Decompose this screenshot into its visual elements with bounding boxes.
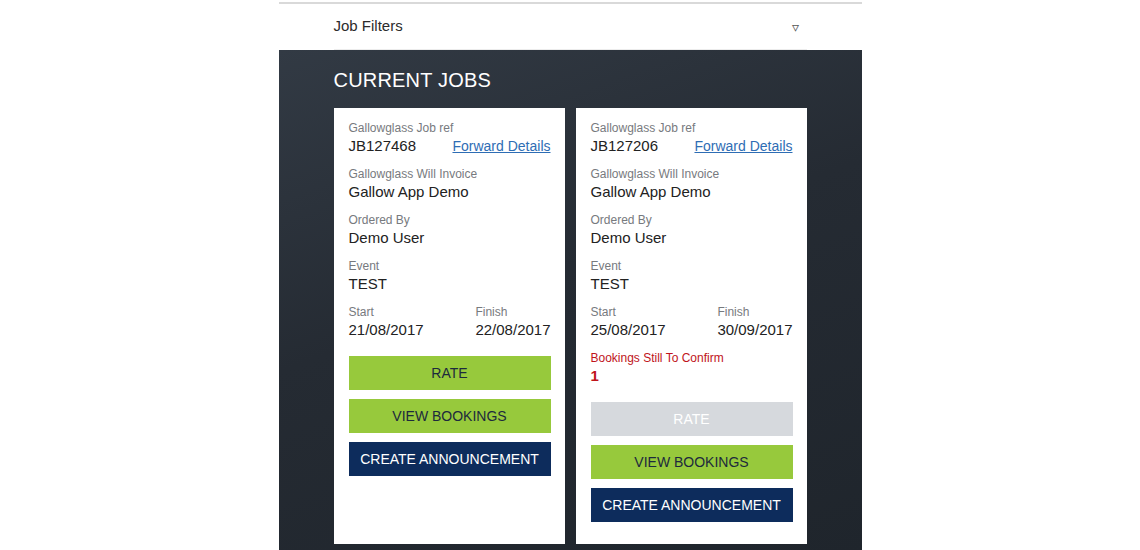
action-button[interactable]: CREATE ANNOUNCEMENT bbox=[591, 488, 793, 522]
field-label: Ordered By bbox=[591, 212, 793, 228]
date-field: Finish22/08/2017 bbox=[475, 304, 550, 340]
action-button: RATE bbox=[591, 402, 793, 436]
date-label: Start bbox=[591, 304, 666, 320]
job-grid: Gallowglass Job refJB127468Forward Detai… bbox=[334, 108, 807, 544]
job-dates: Start21/08/2017 Finish22/08/2017 bbox=[349, 304, 551, 340]
date-value: 22/08/2017 bbox=[475, 320, 550, 340]
job-field: EventTEST bbox=[591, 258, 793, 294]
job-ref-label: Gallowglass Job ref bbox=[591, 120, 793, 136]
job-field: Ordered ByDemo User bbox=[591, 212, 793, 248]
date-label: Start bbox=[349, 304, 424, 320]
job-filters-toggle-row[interactable]: Job Filters ▿ bbox=[334, 4, 807, 50]
job-filters-bar: Job Filters ▿ bbox=[279, 2, 862, 50]
job-ref-row: JB127468 Forward Details bbox=[349, 136, 551, 156]
date-field: Start21/08/2017 bbox=[349, 304, 424, 340]
job-ref: Gallowglass Job refJB127206 Forward Detai… bbox=[591, 120, 793, 156]
date-value: 25/08/2017 bbox=[591, 320, 666, 340]
date-field: Finish30/09/2017 bbox=[717, 304, 792, 340]
job-actions: RATE VIEW BOOKINGS CREATE ANNOUNCEMENT bbox=[349, 356, 551, 476]
job-field: EventTEST bbox=[349, 258, 551, 294]
date-value: 21/08/2017 bbox=[349, 320, 424, 340]
pending-count: 1 bbox=[591, 366, 793, 386]
field-label: Gallowglass Will Invoice bbox=[349, 166, 551, 182]
job-filters-label[interactable]: Job Filters bbox=[334, 15, 403, 38]
page-frame: Job Filters ▿ CURRENT JOBS Gallowglass Job … bbox=[279, 2, 862, 550]
bookings-to-confirm: Bookings Still To Confirm1 bbox=[591, 350, 793, 386]
job-ref: Gallowglass Job refJB127468 Forward Detai… bbox=[349, 120, 551, 156]
job-card: Gallowglass Job refJB127206 Forward Detai… bbox=[576, 108, 807, 544]
forward-details-link[interactable]: Forward Details bbox=[694, 136, 792, 156]
date-label: Finish bbox=[717, 304, 792, 320]
job-dates: Start25/08/2017 Finish30/09/2017 bbox=[591, 304, 793, 340]
field-label: Gallowglass Will Invoice bbox=[591, 166, 793, 182]
action-button[interactable]: RATE bbox=[349, 356, 551, 390]
action-button[interactable]: CREATE ANNOUNCEMENT bbox=[349, 442, 551, 476]
job-actions: RATE VIEW BOOKINGS CREATE ANNOUNCEMENT bbox=[591, 402, 793, 522]
field-value: Gallow App Demo bbox=[349, 182, 551, 202]
job-ref-value: JB127206 bbox=[591, 136, 659, 156]
field-value: TEST bbox=[349, 274, 551, 294]
job-ref-row: JB127206 Forward Details bbox=[591, 136, 793, 156]
field-label: Event bbox=[591, 258, 793, 274]
job-ref-label: Gallowglass Job ref bbox=[349, 120, 551, 136]
job-ref-value: JB127468 bbox=[349, 136, 417, 156]
field-value: TEST bbox=[591, 274, 793, 294]
forward-details-link[interactable]: Forward Details bbox=[452, 136, 550, 156]
field-value: Demo User bbox=[349, 228, 551, 248]
job-field: Gallowglass Will InvoiceGallow App Demo bbox=[591, 166, 793, 202]
job-field: Gallowglass Will InvoiceGallow App Demo bbox=[349, 166, 551, 202]
job-field: Ordered ByDemo User bbox=[349, 212, 551, 248]
date-field: Start25/08/2017 bbox=[591, 304, 666, 340]
date-label: Finish bbox=[475, 304, 550, 320]
pending-label: Bookings Still To Confirm bbox=[591, 350, 793, 366]
field-label: Ordered By bbox=[349, 212, 551, 228]
date-value: 30/09/2017 bbox=[717, 320, 792, 340]
field-label: Event bbox=[349, 258, 551, 274]
section-title: CURRENT JOBS bbox=[334, 68, 807, 92]
field-value: Gallow App Demo bbox=[591, 182, 793, 202]
expand-icon[interactable]: ▿ bbox=[792, 20, 799, 34]
current-jobs-panel: CURRENT JOBSGallowglass Job refJB127468F… bbox=[279, 50, 862, 550]
field-value: Demo User bbox=[591, 228, 793, 248]
job-card: Gallowglass Job refJB127468 Forward Detai… bbox=[334, 108, 565, 544]
action-button[interactable]: VIEW BOOKINGS bbox=[591, 445, 793, 479]
action-button[interactable]: VIEW BOOKINGS bbox=[349, 399, 551, 433]
